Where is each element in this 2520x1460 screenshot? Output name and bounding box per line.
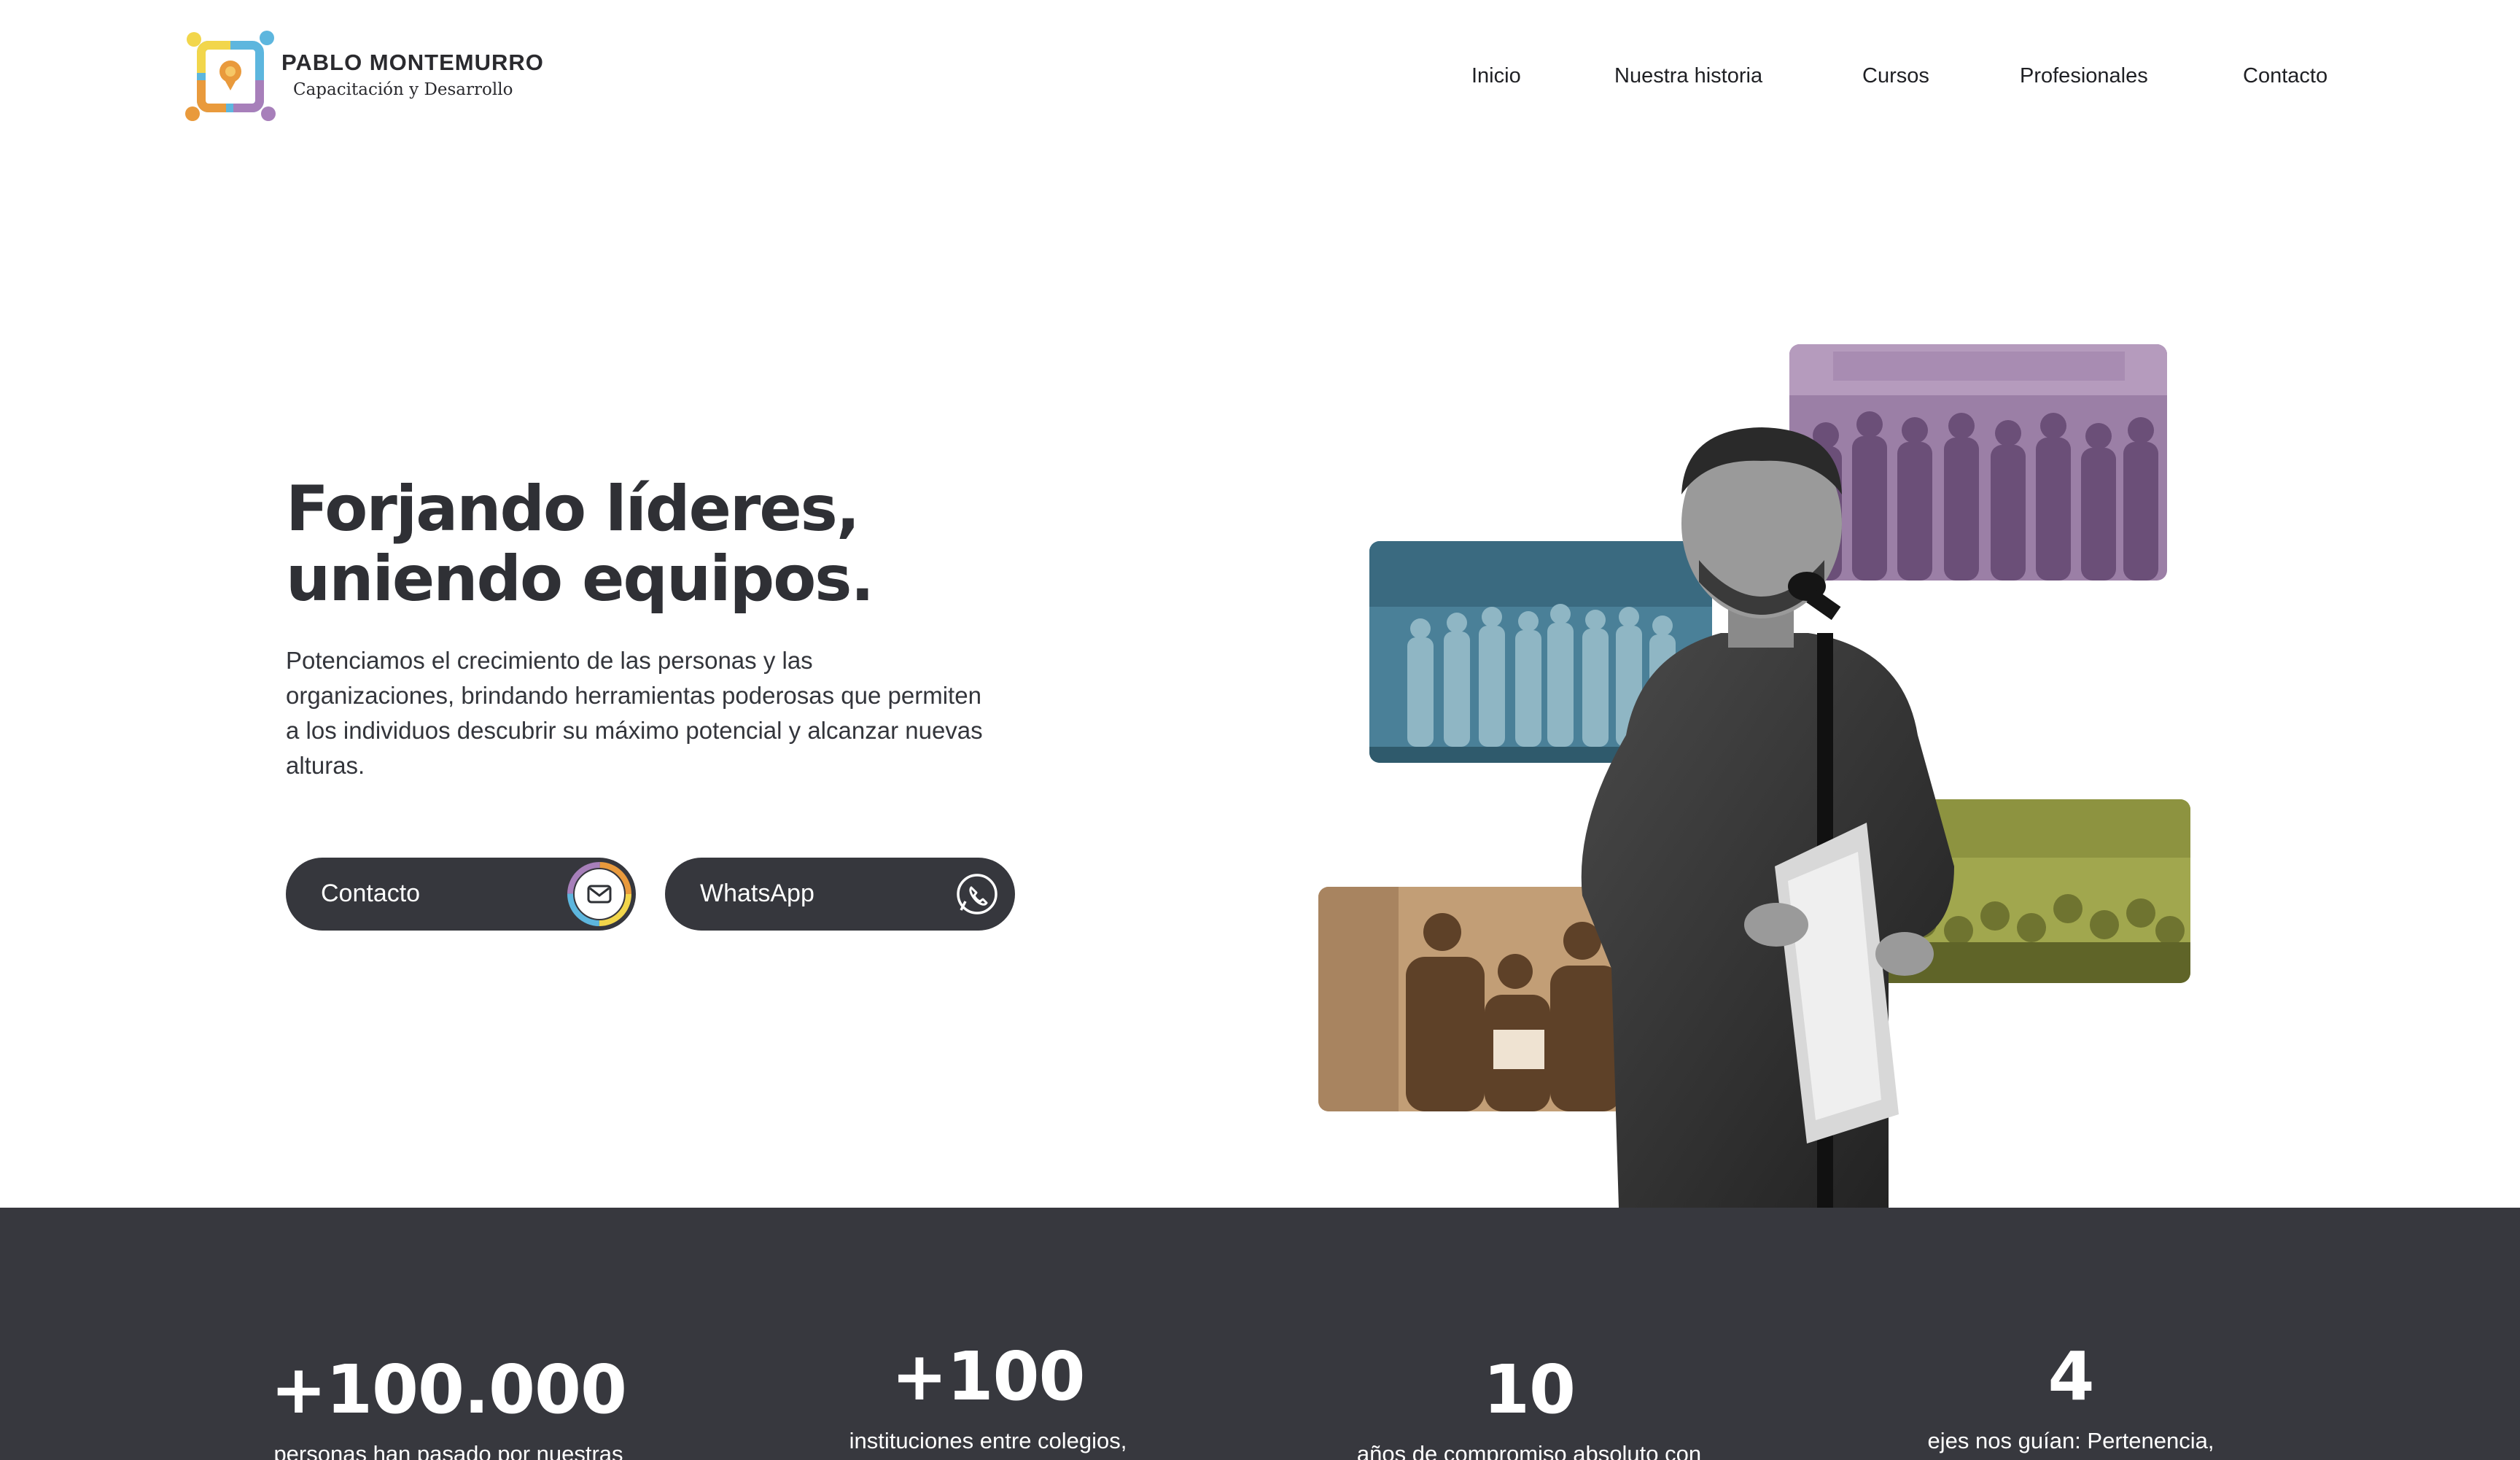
stat-axes: 4 ejes nos guían: Pertenencia,: [1816, 1340, 2326, 1457]
whatsapp-button-label: WhatsApp: [700, 880, 814, 907]
hero-photo-collage: [1298, 335, 2217, 1208]
stat-institutions: +100 instituciones entre colegios,: [733, 1340, 1243, 1457]
stat-value: +100: [891, 1337, 1085, 1416]
stat-description: personas han pasado por nuestras: [273, 1441, 623, 1460]
speaker-portrait: [1581, 427, 1954, 1208]
nav-item-nuestra-historia[interactable]: Nuestra historia: [1614, 64, 1762, 88]
stat-value: 10: [1482, 1351, 1576, 1429]
stat-description: años de compromiso absoluto con: [1356, 1441, 1702, 1460]
stats-band: +100.000 personas han pasado por nuestra…: [0, 1208, 2520, 1460]
envelope-icon: [567, 862, 631, 926]
hero-title: Forjando líderes, uniendo equipos.: [286, 473, 874, 616]
nav-item-contacto[interactable]: Contacto: [2243, 64, 2328, 88]
phone-icon: [946, 862, 1011, 926]
stat-years: 10 años de compromiso absoluto con: [1274, 1354, 1784, 1460]
stat-description: instituciones entre colegios,: [849, 1428, 1127, 1453]
contact-button-label: Contacto: [321, 880, 421, 907]
stat-people: +100.000 personas han pasado por nuestra…: [193, 1354, 704, 1460]
site-header: PABLO MONTEMURRO Capacitación y Desarrol…: [0, 0, 2520, 153]
nav-item-cursos[interactable]: Cursos: [1862, 64, 1929, 88]
stat-value: 4: [2048, 1337, 2094, 1416]
main-nav: Inicio Nuestra historia Cursos Profesion…: [0, 64, 2520, 93]
stat-description: ejes nos guían: Pertenencia,: [1927, 1428, 2214, 1453]
whatsapp-button[interactable]: WhatsApp: [665, 858, 1015, 931]
nav-item-profesionales[interactable]: Profesionales: [2020, 64, 2148, 88]
hero-description: Potenciamos el crecimiento de las person…: [286, 647, 983, 779]
stat-value: +100.000: [270, 1351, 627, 1429]
contact-button[interactable]: Contacto: [286, 858, 636, 931]
nav-item-inicio[interactable]: Inicio: [1471, 64, 1521, 88]
